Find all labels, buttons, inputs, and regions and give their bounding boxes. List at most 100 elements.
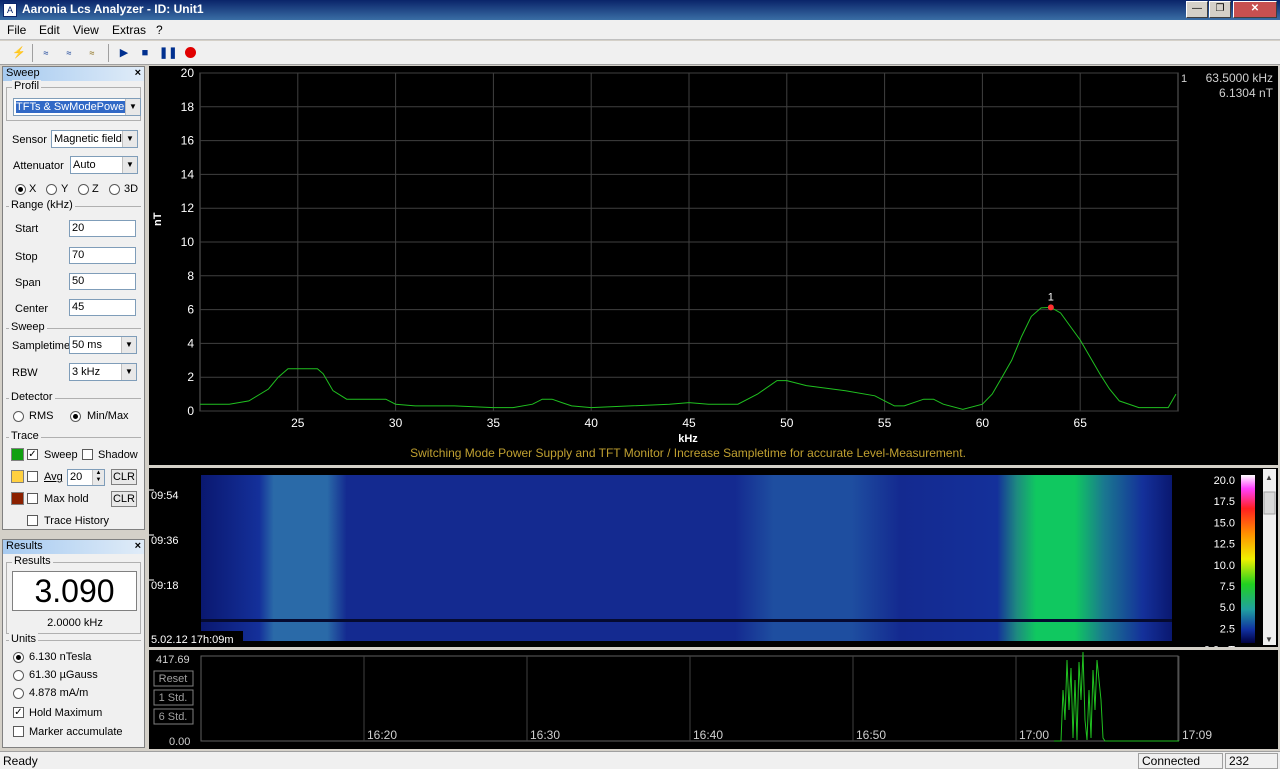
sweep-1-icon[interactable]: ≈ <box>37 44 55 62</box>
chevron-down-icon: ▼ <box>121 364 136 380</box>
profil-group: Profil TFTs & SwModePower ▼ <box>6 80 141 121</box>
rms-radio[interactable] <box>13 411 24 422</box>
marker-accumulate-checkbox[interactable] <box>13 726 24 737</box>
avg-label: Avg <box>44 471 63 483</box>
axis-x-radio[interactable] <box>15 184 26 195</box>
x-tick-label: 25 <box>291 416 305 430</box>
x-tick-label: 55 <box>878 416 892 430</box>
pause-icon[interactable]: ❚❚ <box>159 44 177 62</box>
results-freq: 2.0000 kHz <box>47 617 103 629</box>
title-bar: A Aaronia Lcs Analyzer - ID: Unit1 — ❐ ✕ <box>0 0 1280 20</box>
connect-icon[interactable]: ⚡ <box>10 44 28 62</box>
timeline-chart[interactable]: 16:20 16:30 16:40 16:50 17:00 17:09 417.69 0.… <box>149 650 1278 749</box>
sweep-3-icon[interactable]: ≈ <box>83 44 101 62</box>
y-tick-label: 20 <box>181 66 195 80</box>
color-scale-label: 10.0 <box>1214 560 1235 572</box>
sampletime-select[interactable]: 50 ms ▼ <box>69 336 137 354</box>
rbw-select[interactable]: 3 kHz ▼ <box>69 363 137 381</box>
waterfall-svg: 09:54 09:36 09:18 5.02.12 17h:09m 20.0 17… <box>149 469 1276 657</box>
menu-extras[interactable]: Extras <box>112 23 146 37</box>
axis-z-radio[interactable] <box>78 184 89 195</box>
sweep-2-icon[interactable]: ≈ <box>60 44 78 62</box>
sweep-color-swatch[interactable] <box>11 448 24 461</box>
detector-label: Detector <box>9 391 55 403</box>
avg-stepper[interactable]: 20 ▲ ▼ <box>67 469 105 486</box>
menu-help[interactable]: ? <box>156 23 163 37</box>
color-scale-label: 0.0 nT <box>1204 645 1235 647</box>
x-tick-label: 40 <box>585 416 599 430</box>
start-input[interactable]: 20 <box>69 220 136 237</box>
stop-input[interactable]: 70 <box>69 247 136 264</box>
minmax-label: Min/Max <box>87 410 129 422</box>
minimize-button[interactable]: — <box>1186 1 1208 18</box>
maxhold-clr-button[interactable]: CLR <box>111 491 137 507</box>
close-button[interactable]: ✕ <box>1233 1 1277 18</box>
attenuator-select[interactable]: Auto ▼ <box>70 156 138 174</box>
center-input[interactable]: 45 <box>69 299 136 316</box>
count-status: 232 <box>1225 753 1278 769</box>
timeline-tick-label: 17:09 <box>1182 728 1212 742</box>
color-scale-label: 5.0 <box>1220 602 1235 614</box>
sweep-trace-checkbox[interactable]: ✓ <box>27 449 38 460</box>
sensor-value: Magnetic field <box>54 133 122 145</box>
maximize-button[interactable]: ❐ <box>1209 1 1231 18</box>
range-label: Range (kHz) <box>9 199 75 211</box>
shadow-checkbox[interactable] <box>82 449 93 460</box>
menu-edit[interactable]: Edit <box>39 23 60 37</box>
timeline-tick-label: 17:00 <box>1019 728 1049 742</box>
profil-label: Profil <box>12 80 42 92</box>
close-icon[interactable]: × <box>135 67 141 79</box>
chevron-down-icon: ▼ <box>121 337 136 353</box>
menu-view[interactable]: View <box>73 23 99 37</box>
color-scale <box>1241 475 1255 643</box>
spectrum-chart[interactable]: 0 2 4 6 8 10 12 14 16 18 20 25 30 35 40 45 50 55 60 65 1 nT… <box>149 66 1278 465</box>
x-tick-label: 50 <box>780 416 794 430</box>
avg-checkbox[interactable] <box>27 471 38 482</box>
info-text: Switching Mode Power Supply and TFT Moni… <box>410 446 966 460</box>
y-tick-label: 2 <box>187 370 194 384</box>
sweep-trace-label: Sweep <box>44 449 78 461</box>
results-panel: Results × Results 3.090 2.0000 kHz Units… <box>2 539 145 748</box>
svg-text:▲: ▲ <box>1265 473 1273 482</box>
results-panel-title: Results <box>6 540 43 552</box>
waterfall-chart[interactable]: 09:54 09:36 09:18 5.02.12 17h:09m 20.0 17… <box>149 468 1278 657</box>
status-bar: Ready Connected 232 <box>0 751 1280 769</box>
axis-x-label: X <box>29 183 37 195</box>
y-tick-label: 16 <box>181 134 195 148</box>
profil-select[interactable]: TFTs & SwModePower ▼ <box>13 98 141 116</box>
spin-arrows-icon[interactable]: ▲ ▼ <box>92 470 104 485</box>
marker-1-label: 1 <box>1048 291 1054 303</box>
hold-maximum-checkbox[interactable]: ✓ <box>13 707 24 718</box>
unit-nt-radio[interactable] <box>13 652 24 663</box>
y-tick-label: 14 <box>181 167 195 181</box>
close-icon[interactable]: × <box>135 540 141 552</box>
trace-history-checkbox[interactable] <box>27 515 38 526</box>
play-icon[interactable]: ▶ <box>115 44 133 62</box>
menu-file[interactable]: File <box>7 23 26 37</box>
maxhold-checkbox[interactable] <box>27 493 38 504</box>
chevron-down-icon: ▼ <box>125 99 140 115</box>
svg-text:▼: ▼ <box>1265 635 1273 644</box>
record-icon[interactable] <box>181 44 199 62</box>
maxhold-color-swatch[interactable] <box>11 492 24 505</box>
minmax-radio[interactable] <box>70 411 81 422</box>
avg-color-swatch[interactable] <box>11 470 24 483</box>
x-tick-label: 65 <box>1074 416 1088 430</box>
app-icon[interactable]: A <box>3 3 17 17</box>
color-scale-label: 15.0 <box>1214 517 1235 529</box>
unit-ma-radio[interactable] <box>13 688 24 699</box>
span-input[interactable]: 50 <box>69 273 136 290</box>
y-tick-label: 0 <box>187 404 194 418</box>
marker-1-point[interactable] <box>1047 304 1054 311</box>
unit-ugauss-radio[interactable] <box>13 670 24 681</box>
unit-nt-label: 6.130 nTesla <box>29 651 92 663</box>
stop-icon[interactable]: ■ <box>136 44 154 62</box>
avg-clr-button[interactable]: CLR <box>111 469 137 485</box>
marker-accumulate-label: Marker accumulate <box>29 726 123 738</box>
axis-y-radio[interactable] <box>46 184 57 195</box>
sensor-select[interactable]: Magnetic field ▼ <box>51 130 138 148</box>
six-std-label: 6 Std. <box>159 711 188 723</box>
rbw-label: RBW <box>12 367 38 379</box>
connection-text: Connected <box>1142 754 1201 768</box>
axis-3d-radio[interactable] <box>109 184 120 195</box>
